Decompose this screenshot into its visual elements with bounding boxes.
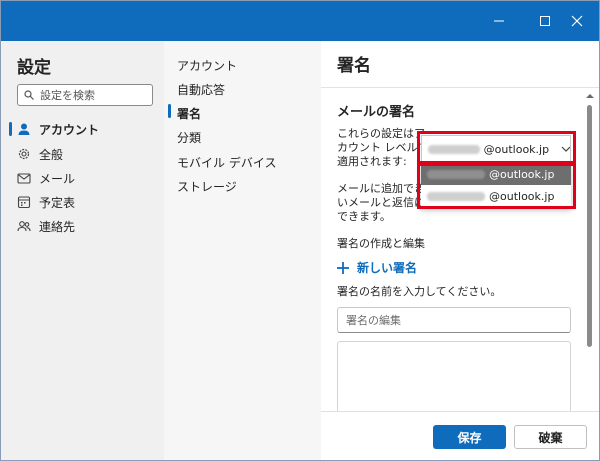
account-subnav <box>164 41 321 460</box>
nav-item-label: 連絡先 <box>39 219 76 234</box>
note-line: 適用されます: <box>337 155 407 168</box>
nav-item-label: 予定表 <box>39 195 76 210</box>
info-line: できます。 <box>337 210 391 223</box>
scrollbar[interactable] <box>584 89 596 411</box>
people-icon <box>17 221 31 232</box>
mail-icon <box>17 173 31 184</box>
scroll-up-icon <box>586 94 594 98</box>
nav-item-label: アカウント <box>39 122 100 137</box>
settings-window: 設定 設定を検索 アカウント 全般 メール 予定表 連絡先 アカウント 自動応答… <box>0 0 600 461</box>
title-bar <box>1 1 599 41</box>
name-prompt: 署名の名前を入力してください。 <box>337 285 502 298</box>
new-signature-label: 新しい署名 <box>357 261 418 275</box>
subnav-item-categories[interactable]: 分類 <box>177 129 201 146</box>
account-level-note: これらの設定はア カウント レベルで 適用されます: <box>337 127 429 169</box>
calendar-icon <box>17 196 31 209</box>
header-divider <box>321 87 599 88</box>
close-button[interactable] <box>554 1 599 41</box>
gear-icon <box>18 148 30 160</box>
nav-item-calendar[interactable]: 予定表 <box>17 192 75 212</box>
minimize-button[interactable] <box>476 1 522 41</box>
page-title: 署名 <box>337 56 371 76</box>
settings-title: 設定 <box>17 58 51 78</box>
nav-item-mail[interactable]: メール <box>17 168 75 188</box>
search-placeholder: 設定を検索 <box>40 89 95 102</box>
nav-item-general[interactable]: 全般 <box>17 144 63 164</box>
new-signature-button[interactable]: 新しい署名 <box>337 259 417 276</box>
note-line: これらの設定はア <box>337 127 425 140</box>
nav-active-indicator <box>9 122 12 136</box>
nav-item-account[interactable]: アカウント <box>17 119 99 139</box>
scroll-thumb[interactable] <box>587 105 592 347</box>
subnav-active-indicator <box>168 104 171 118</box>
note-line: カウント レベルで <box>337 141 429 154</box>
nav-item-label: 全般 <box>39 147 64 162</box>
subnav-item-mobile-devices[interactable]: モバイル デバイス <box>177 154 276 171</box>
subnav-item-storage[interactable]: ストレージ <box>177 178 237 195</box>
search-icon <box>24 90 34 100</box>
subnav-item-auto-replies[interactable]: 自動応答 <box>177 81 225 98</box>
save-button[interactable]: 保存 <box>433 425 506 449</box>
subnav-item-accounts[interactable]: アカウント <box>177 57 237 74</box>
plus-icon <box>337 261 349 274</box>
subnav-item-signatures[interactable]: 署名 <box>177 105 201 122</box>
settings-search-input[interactable]: 設定を検索 <box>17 84 153 106</box>
nav-item-contacts[interactable]: 連絡先 <box>17 216 75 236</box>
signature-name-input[interactable]: 署名の編集 <box>337 307 571 333</box>
highlight-box <box>417 161 576 209</box>
discard-button[interactable]: 破棄 <box>514 425 587 449</box>
minimize-icon <box>494 20 504 22</box>
maximize-icon <box>540 16 550 26</box>
section-title: メールの署名 <box>337 105 416 120</box>
nav-item-label: メール <box>39 171 76 186</box>
create-edit-label: 署名の作成と編集 <box>337 237 425 250</box>
person-icon <box>18 123 30 135</box>
signature-name-placeholder: 署名の編集 <box>346 314 401 327</box>
signature-editor[interactable] <box>337 341 571 415</box>
close-icon <box>571 15 583 27</box>
